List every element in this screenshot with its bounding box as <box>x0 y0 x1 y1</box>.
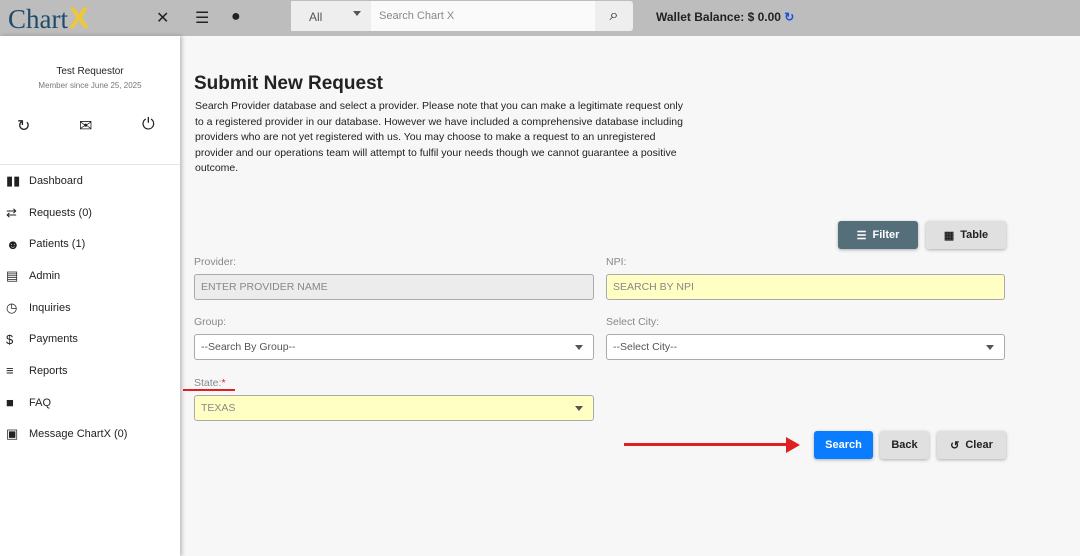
npi-input[interactable]: SEARCH BY NPI <box>606 274 1005 300</box>
sidebar-nav: ▮▮ Dashboard ⇄ Requests (0) ☻ Patients (1) … <box>0 164 180 450</box>
group-label: Group: <box>194 316 227 328</box>
npi-label: NPI: <box>606 256 627 268</box>
history-icon: ↺ <box>950 439 960 452</box>
chevron-down-icon <box>575 345 583 350</box>
dashboard-icon: ▮▮ <box>6 172 21 188</box>
state-label: State:* <box>194 377 226 389</box>
chartx-logo[interactable]: ChartX <box>8 2 89 36</box>
requests-icon: ⇄ <box>6 204 17 220</box>
page-title: Submit New Request <box>194 73 383 94</box>
sidebar-item-patients[interactable]: ☻ Patients (1) <box>0 228 180 260</box>
account-icon[interactable]: ● <box>231 8 241 26</box>
dollar-icon: $ <box>6 331 14 347</box>
state-select[interactable]: TEXAS <box>194 395 594 421</box>
clear-button[interactable]: ↺ Clear <box>937 431 1006 459</box>
search-bar: All Search Chart X ⌕ <box>291 1 633 31</box>
page-description: Search Provider database and select a pr… <box>195 100 683 174</box>
grid-icon: ▦ <box>943 229 955 242</box>
city-select[interactable]: --Select City-- <box>606 334 1005 360</box>
patients-icon: ☻ <box>6 236 20 252</box>
wallet-balance: Wallet Balance: $ 0.00 ↻ <box>656 10 795 24</box>
pin-off-icon[interactable]: ✕ <box>156 8 169 28</box>
top-bar: ChartX ✕ ☰ ● All Search Chart X ⌕ Wallet… <box>0 0 1080 36</box>
annotation-underline <box>183 389 235 391</box>
search-scope-select[interactable]: All <box>291 1 371 31</box>
menu-icon[interactable]: ☰ <box>195 8 209 28</box>
chevron-down-icon <box>575 406 583 411</box>
provider-input[interactable]: ENTER PROVIDER NAME <box>194 274 594 300</box>
sidebar-item-payments[interactable]: $ Payments <box>0 323 180 355</box>
city-label: Select City: <box>606 316 660 328</box>
search-button[interactable]: Search <box>814 431 873 459</box>
sidebar-item-faq[interactable]: ■ FAQ <box>0 387 180 419</box>
reports-icon: ≡ <box>6 363 14 379</box>
filter-icon: ☰ <box>856 229 867 242</box>
power-icon[interactable]: ⏻ <box>142 116 155 134</box>
search-input[interactable]: Search Chart X <box>371 1 595 31</box>
user-info: Test Requestor Member since June 25, 202… <box>38 66 142 90</box>
sidebar-item-reports[interactable]: ≡ Reports <box>0 355 180 387</box>
filter-button[interactable]: ☰ Filter <box>838 221 918 249</box>
refresh-icon[interactable]: ↻ <box>17 116 30 136</box>
sidebar: Test Requestor Member since June 25, 202… <box>0 36 180 556</box>
provider-label: Provider: <box>194 256 237 268</box>
mail-icon[interactable]: ✉ <box>79 116 92 136</box>
sidebar-item-message[interactable]: ▣ Message ChartX (0) <box>0 419 180 451</box>
clock-icon: ◷ <box>6 299 18 315</box>
search-icon[interactable]: ⌕ <box>595 1 633 31</box>
refresh-icon[interactable]: ↻ <box>784 10 794 24</box>
back-button[interactable]: Back <box>880 431 929 459</box>
chevron-down-icon <box>353 11 361 16</box>
faq-icon: ■ <box>6 395 14 411</box>
sidebar-item-requests[interactable]: ⇄ Requests (0) <box>0 197 180 229</box>
sidebar-item-dashboard[interactable]: ▮▮ Dashboard <box>0 165 180 197</box>
sidebar-item-admin[interactable]: ▤ Admin <box>0 260 180 292</box>
message-icon: ▣ <box>6 426 19 442</box>
table-button[interactable]: ▦ Table <box>926 221 1006 249</box>
group-select[interactable]: --Search By Group-- <box>194 334 594 360</box>
annotation-arrow <box>624 443 789 446</box>
arrow-head <box>786 437 800 453</box>
admin-icon: ▤ <box>6 267 19 283</box>
chevron-down-icon <box>986 345 994 350</box>
sidebar-item-inquiries[interactable]: ◷ Inquiries <box>0 292 180 324</box>
